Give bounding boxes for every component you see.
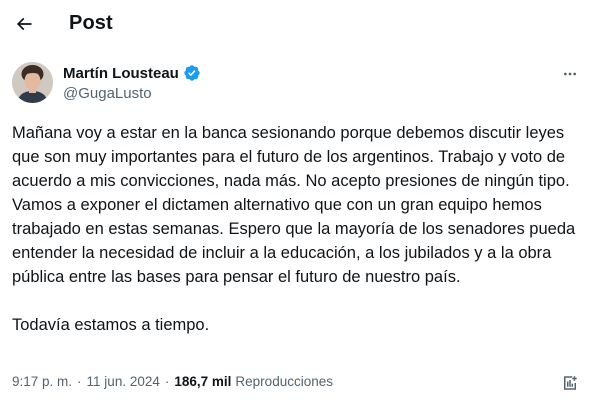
top-bar: Post — [0, 0, 598, 50]
more-icon — [564, 72, 576, 76]
verified-badge-icon — [184, 65, 200, 81]
tweet-meta: 9:17 p. m. · 11 jun. 2024 · 186,7 mil Re… — [12, 374, 333, 389]
author-display-name[interactable]: Martín Lousteau — [63, 65, 179, 82]
arrow-left-icon — [16, 17, 32, 31]
tweet-paragraph: Mañana voy a estar en la banca sesionand… — [12, 124, 576, 286]
analytics-button[interactable] — [559, 372, 581, 394]
meta-separator: · — [164, 374, 170, 389]
analytics-icon — [564, 376, 577, 390]
views-label: Reproducciones — [235, 374, 333, 389]
meta-separator: · — [77, 374, 82, 389]
tweet-text: Mañana voy a estar en la banca sesionand… — [12, 121, 587, 337]
tweet-paragraph: Todavía estamos a tiempo. — [12, 316, 210, 334]
back-button[interactable] — [9, 9, 39, 39]
author-handle[interactable]: @GugaLusto — [63, 85, 152, 102]
page-title: Post — [69, 12, 113, 34]
profile-photo-icon — [12, 62, 53, 103]
tweet-date[interactable]: 11 jun. 2024 — [87, 374, 160, 389]
avatar[interactable] — [12, 62, 53, 103]
tweet-time[interactable]: 9:17 p. m. — [12, 374, 72, 389]
more-button[interactable] — [558, 64, 582, 84]
views-count: 186,7 mil — [174, 374, 232, 389]
author-name-row: Martín Lousteau — [63, 64, 201, 82]
